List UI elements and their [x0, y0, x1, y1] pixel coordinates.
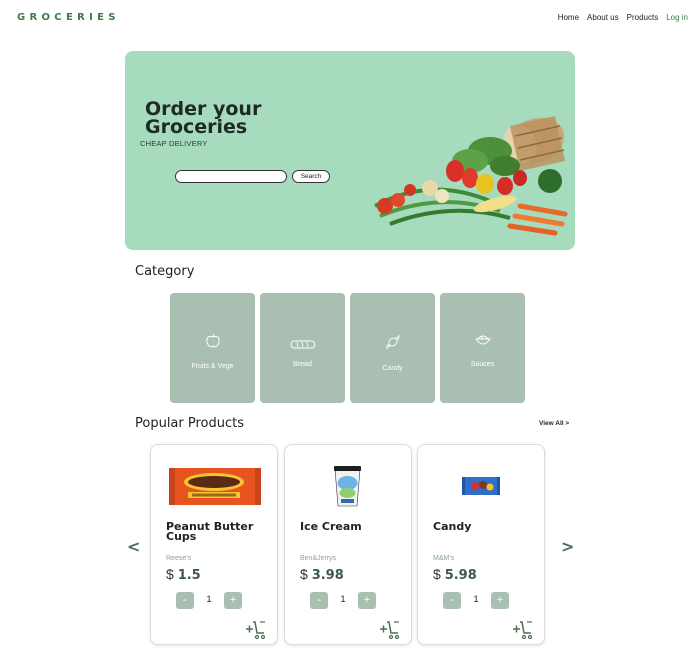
hero-subtitle: CHEAP DELIVERY: [140, 139, 208, 148]
product-brand: Reese's: [166, 555, 192, 562]
price-value: 3.98: [311, 568, 344, 583]
ice-cream-image: [334, 466, 361, 507]
category-label: Fruits & Vege: [191, 363, 234, 370]
quantity-value: 1: [473, 594, 479, 604]
currency-symbol: $: [300, 566, 308, 582]
add-to-cart-icon[interactable]: [244, 618, 266, 640]
product-card[interactable]: Ice Cream Ben&Jerrys $ 3.98 - 1 +: [284, 444, 412, 645]
decrease-qty-button[interactable]: -: [310, 592, 328, 609]
category-candy[interactable]: Candy: [350, 293, 435, 403]
increase-qty-button[interactable]: +: [358, 592, 376, 609]
product-name: Peanut Butter Cups: [166, 520, 254, 543]
product-card[interactable]: Peanut Butter Cups Reese's $ 1.5 - 1 +: [150, 444, 278, 645]
category-fruits-veg[interactable]: Fruits & Vege: [170, 293, 255, 403]
site-logo[interactable]: GROCERIES: [17, 12, 120, 23]
popular-products-heading: Popular Products: [135, 416, 245, 431]
category-label: Bread: [293, 361, 312, 368]
product-price: $ 1.5: [166, 566, 201, 583]
hero-banner: Order your Groceries CHEAP DELIVERY Sear…: [125, 51, 575, 250]
nav-home[interactable]: Home: [558, 13, 579, 22]
product-brand: M&M's: [433, 555, 455, 562]
hero-title: Order your Groceries: [145, 98, 262, 138]
add-to-cart-icon[interactable]: [378, 618, 400, 640]
product-price: $ 3.98: [300, 566, 344, 583]
bowl-icon: [474, 335, 491, 345]
peanut-butter-cups-image: [169, 468, 261, 505]
increase-qty-button[interactable]: +: [491, 592, 509, 609]
quantity-value: 1: [206, 594, 212, 604]
apple-icon: [205, 333, 220, 348]
vegetables-basket-image: [374, 116, 568, 236]
quantity-stepper: - 1 +: [176, 592, 246, 610]
bread-icon: [290, 340, 315, 349]
product-price: $ 5.98: [433, 566, 477, 583]
category-sauces[interactable]: Sauces: [440, 293, 525, 403]
category-heading: Category: [135, 264, 195, 279]
candy-icon: [385, 334, 400, 350]
currency-symbol: $: [166, 566, 174, 582]
search-input[interactable]: [175, 170, 287, 183]
nav-products[interactable]: Products: [627, 13, 659, 22]
increase-qty-button[interactable]: +: [224, 592, 242, 609]
category-label: Candy: [382, 365, 403, 372]
view-all-link[interactable]: View All >: [539, 420, 569, 427]
search-button[interactable]: Search: [292, 170, 330, 183]
currency-symbol: $: [433, 566, 441, 582]
carousel-prev-button[interactable]: <: [127, 537, 140, 556]
nav-about[interactable]: About us: [587, 13, 619, 22]
decrease-qty-button[interactable]: -: [443, 592, 461, 609]
product-name: Ice Cream: [300, 520, 362, 533]
product-brand: Ben&Jerrys: [300, 555, 337, 562]
carousel-next-button[interactable]: >: [561, 537, 574, 556]
quantity-value: 1: [340, 594, 346, 604]
product-name: Candy: [433, 520, 472, 533]
category-bread[interactable]: Bread: [260, 293, 345, 403]
top-nav: Home About us Products Log in: [558, 13, 688, 22]
product-card[interactable]: Candy M&M's $ 5.98 - 1 +: [417, 444, 545, 645]
price-value: 1.5: [177, 568, 201, 583]
add-to-cart-icon[interactable]: [511, 618, 533, 640]
nav-login[interactable]: Log in: [666, 13, 688, 22]
price-value: 5.98: [444, 568, 477, 583]
quantity-stepper: - 1 +: [310, 592, 380, 610]
category-label: Sauces: [470, 361, 495, 368]
decrease-qty-button[interactable]: -: [176, 592, 194, 609]
quantity-stepper: - 1 +: [443, 592, 513, 610]
mms-candy-image: [462, 477, 500, 495]
